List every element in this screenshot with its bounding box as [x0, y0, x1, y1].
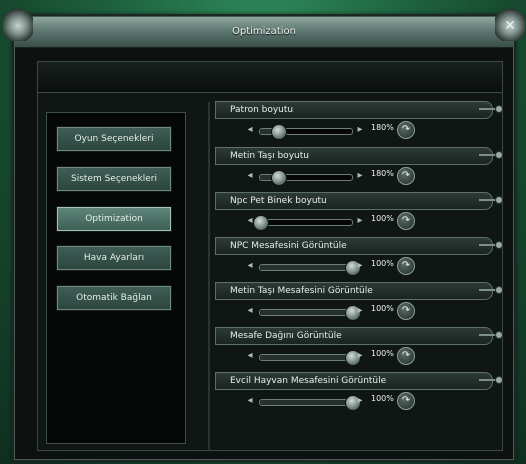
menu-button-optimization[interactable]: Optimization	[56, 206, 172, 232]
reset-arrow-icon[interactable]: ↷	[397, 347, 415, 365]
label-pin-icon	[479, 241, 503, 249]
slider-track[interactable]	[259, 124, 353, 140]
reset-arrow-icon[interactable]: ↷	[397, 302, 415, 320]
slider-right-arrow-icon[interactable]: ▸	[353, 305, 367, 317]
slider-right-arrow-icon[interactable]: ▸	[353, 215, 367, 227]
option-value: 100%	[371, 394, 394, 403]
slider-left-arrow-icon[interactable]: ◂	[243, 124, 257, 136]
option-row: Mesafe Dağını Görüntüle ◂ ▸ 100% ↷	[201, 327, 505, 371]
slider-left-arrow-icon[interactable]: ◂	[243, 170, 257, 182]
reset-arrow-icon[interactable]: ↷	[397, 392, 415, 410]
option-label: Evcil Hayvan Mesafesini Görüntüle	[215, 372, 493, 390]
slider-right-arrow-icon[interactable]: ▸	[353, 260, 367, 272]
options-window: Optimization ✕ Oyun Seçenekleri Sistem S…	[3, 7, 525, 460]
option-row: Patron boyutu ◂ ▸ 180% ↷	[201, 101, 505, 145]
menu-button-hava-ayarlari[interactable]: Hava Ayarları	[56, 245, 172, 271]
slider-track[interactable]	[259, 395, 361, 411]
slider-fill	[260, 400, 352, 405]
slider-thumb[interactable]	[271, 124, 288, 140]
option-value: 100%	[371, 214, 394, 223]
slider-track[interactable]	[259, 350, 361, 366]
option-value: 100%	[371, 349, 394, 358]
slider-track[interactable]	[253, 215, 353, 231]
option-label: Metin Taşı Mesafesini Görüntüle	[215, 282, 493, 300]
option-row: Npc Pet Binek boyutu ◂ ▸ 100% ↷	[201, 192, 505, 236]
label-pin-icon	[479, 151, 503, 159]
option-value: 100%	[371, 304, 394, 313]
slider-right-arrow-icon[interactable]: ▸	[353, 124, 367, 136]
slider-track[interactable]	[259, 170, 353, 186]
content-header-bar	[38, 62, 502, 93]
window-title: Optimization	[15, 17, 513, 48]
option-value: 180%	[371, 123, 394, 132]
slider-fill	[260, 310, 352, 315]
label-pin-icon	[479, 331, 503, 339]
label-pin-icon	[479, 286, 503, 294]
option-row: Evcil Hayvan Mesafesini Görüntüle ◂ ▸ 10…	[201, 372, 505, 416]
option-row: Metin Taşı boyutu ◂ ▸ 180% ↷	[201, 147, 505, 191]
slider-fill	[260, 265, 352, 270]
option-label: NPC Mesafesini Görüntüle	[215, 237, 493, 255]
close-icon[interactable]: ✕	[495, 7, 525, 41]
option-row: NPC Mesafesini Görüntüle ◂ ▸ 100% ↷	[201, 237, 505, 281]
option-label: Patron boyutu	[215, 101, 493, 119]
option-value: 180%	[371, 169, 394, 178]
reset-arrow-icon[interactable]: ↷	[397, 257, 415, 275]
label-pin-icon	[479, 196, 503, 204]
slider-left-arrow-icon[interactable]: ◂	[243, 305, 257, 317]
reset-arrow-icon[interactable]: ↷	[397, 167, 415, 185]
slider-right-arrow-icon[interactable]: ▸	[353, 395, 367, 407]
slider-left-arrow-icon[interactable]: ◂	[243, 395, 257, 407]
label-pin-icon	[479, 376, 503, 384]
slider-right-arrow-icon[interactable]: ▸	[353, 350, 367, 362]
label-pin-icon	[479, 105, 503, 113]
menu-button-oyun-secenekleri[interactable]: Oyun Seçenekleri	[56, 126, 172, 152]
option-label: Npc Pet Binek boyutu	[215, 192, 493, 210]
option-label: Mesafe Dağını Görüntüle	[215, 327, 493, 345]
slider-right-arrow-icon[interactable]: ▸	[353, 170, 367, 182]
option-label: Metin Taşı boyutu	[215, 147, 493, 165]
slider-track[interactable]	[259, 260, 361, 276]
slider-left-arrow-icon[interactable]: ◂	[243, 350, 257, 362]
slider-thumb[interactable]	[253, 215, 269, 231]
option-row: Metin Taşı Mesafesini Görüntüle ◂ ▸ 100%…	[201, 282, 505, 326]
reset-arrow-icon[interactable]: ↷	[397, 121, 415, 139]
dragon-ornament-icon	[3, 7, 33, 41]
slider-fill	[260, 355, 352, 360]
slider-thumb[interactable]	[271, 170, 288, 186]
reset-arrow-icon[interactable]: ↷	[397, 212, 415, 230]
menu-button-sistem-secenekleri[interactable]: Sistem Seçenekleri	[56, 166, 172, 192]
menu-button-otomatik-baglan[interactable]: Otomatik Bağlan	[56, 285, 172, 311]
option-value: 100%	[371, 259, 394, 268]
category-panel: Oyun Seçenekleri Sistem Seçenekleri Opti…	[46, 112, 186, 444]
slider-left-arrow-icon[interactable]: ◂	[243, 260, 257, 272]
slider-track[interactable]	[259, 305, 361, 321]
